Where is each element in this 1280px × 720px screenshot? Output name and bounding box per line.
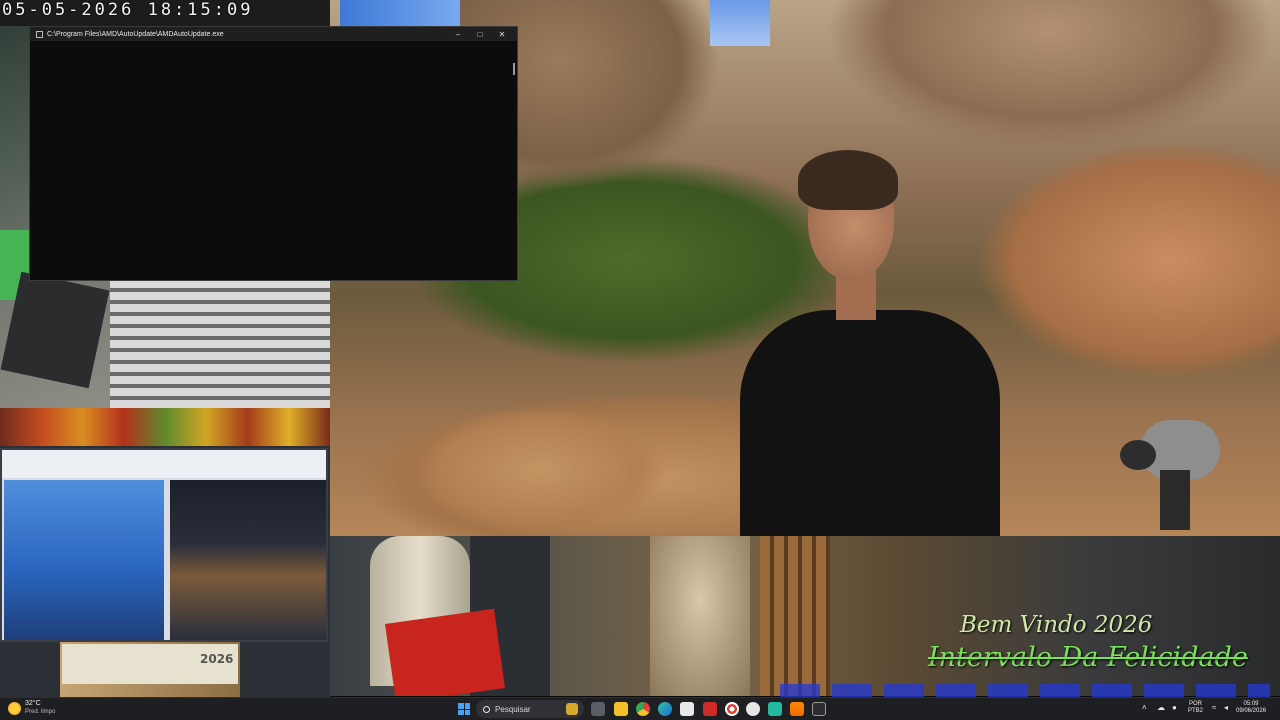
sky [710,0,770,46]
maximize-button[interactable]: □ [469,27,491,41]
microphone-icon[interactable]: ● [1172,703,1177,712]
chevron-up-icon[interactable]: ˄ [1142,703,1147,712]
console-title: C:\Program Files\AMD\AutoUpdate\AMDAutoU… [47,30,224,38]
calendar-year: 2026 [200,652,234,666]
vlc-icon[interactable] [790,702,804,716]
wifi-icon[interactable]: ≈ [1212,703,1216,712]
language-indicator[interactable]: POR PTB2 [1188,701,1203,715]
task-view-icon[interactable] [591,702,605,716]
keyboard-layout: PTB2 [1188,708,1204,714]
window-controls: – □ ✕ [447,27,513,41]
system-clock[interactable]: 05:09 09/06/2026 [1236,701,1266,715]
console-app-icon [36,30,43,38]
obs-icon[interactable] [746,702,760,716]
laptop [0,271,110,389]
file-explorer-icon[interactable] [614,702,628,716]
welcome-caption: Bem Vindo 2026 [960,612,1153,638]
cloud-icon[interactable]: ☁ [1157,703,1165,712]
console-scrollbar[interactable] [512,43,516,279]
monitor-capture: 2026 [0,446,330,700]
search-icon [483,705,490,713]
start-icon[interactable] [458,703,470,715]
amd-autoupdate-console-window[interactable]: C:\Program Files\AMD\AutoUpdate\AMDAutoU… [29,26,518,281]
search-placeholder: Pesquisar [495,704,531,714]
close-button[interactable]: ✕ [491,27,513,41]
window-blinds [110,280,330,410]
weather-temperature: 32°C [25,700,41,707]
taskbar: 32°C Pred. limpo Pesquisar ˄ ☁ ● POR PTB… [0,697,1280,720]
scrolling-ticker [780,684,1270,698]
weather-condition: Pred. limpo [25,709,56,715]
clock-time: 05:09 [1243,701,1259,707]
terminal-icon[interactable] [812,702,826,716]
console-titlebar[interactable]: C:\Program Files\AMD\AutoUpdate\AMDAutoU… [30,27,517,41]
taskbar-search-box[interactable]: Pesquisar [476,700,584,718]
smiling-hiker [740,150,1000,536]
sun-icon [8,701,21,715]
weather-widget[interactable]: 32°C Pred. limpo [8,700,55,716]
edge-icon[interactable] [658,702,672,716]
scrollbar-thumb[interactable] [513,63,515,75]
colorful-banner-strip [0,408,330,448]
app-red-icon[interactable] [703,702,717,716]
app-target-icon[interactable] [725,702,739,716]
store-icon[interactable] [680,702,694,716]
bending-hiker [1120,410,1220,530]
volume-icon[interactable]: ◂ [1224,703,1228,712]
search-highlight-icon [566,703,578,715]
minimize-button[interactable]: – [447,27,469,41]
clock-date: 09/06/2026 [1236,708,1267,714]
desktop: 2026 05-05-2026 18:15:09 Bem Vindo 2026 … [0,0,1280,720]
monitor-screen [0,448,328,642]
interval-caption: Intervalo Da Felicidade [928,642,1248,673]
overlay-timestamp: 05-05-2026 18:15:09 [2,0,254,20]
chrome-icon[interactable] [636,702,650,716]
language-code: POR [1189,701,1203,707]
app-green-icon[interactable] [768,702,782,716]
